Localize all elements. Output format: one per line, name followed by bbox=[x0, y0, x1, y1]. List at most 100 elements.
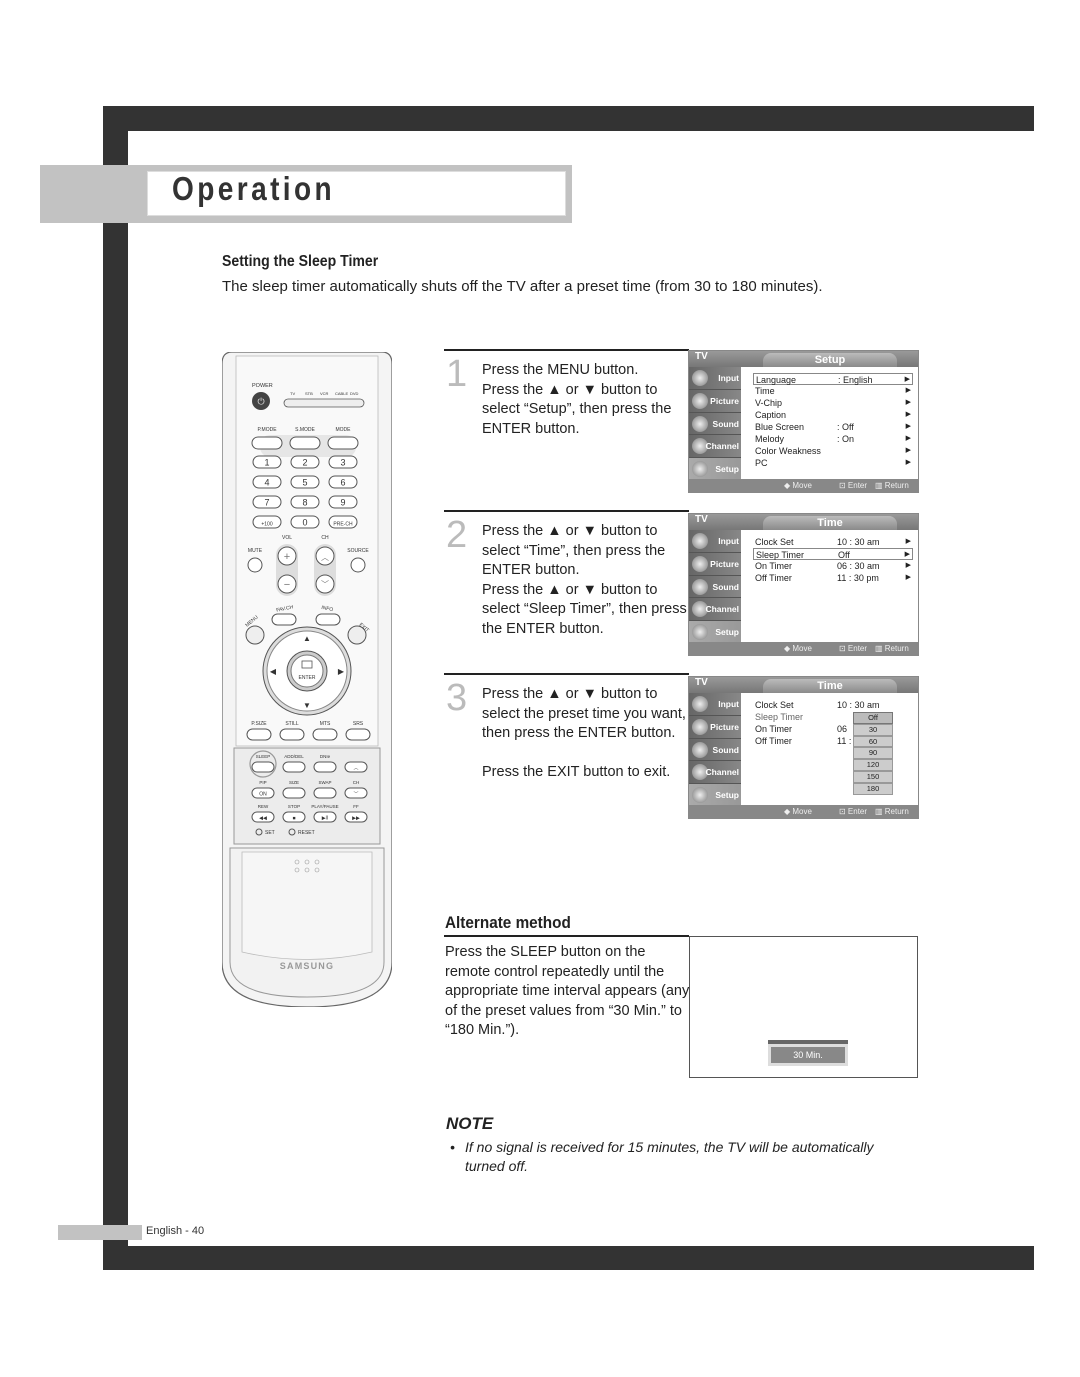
osd-item-label: V-Chip bbox=[755, 398, 783, 408]
fav-ch-button[interactable] bbox=[271, 613, 297, 626]
source-button[interactable] bbox=[350, 557, 366, 573]
digit-label: 2 bbox=[302, 458, 307, 468]
svg-text:﹀: ﹀ bbox=[353, 792, 358, 798]
step-line: Press the ▲ or ▼ button to select “Setup… bbox=[482, 381, 672, 437]
info-button[interactable] bbox=[315, 613, 341, 626]
enter-button[interactable] bbox=[290, 654, 324, 688]
osd-menu-list: Language: English ▶ Time ▶ V-Chip ▶ Caption ▶ Bl… bbox=[753, 373, 913, 469]
osd-item-label: Blue Screen bbox=[755, 422, 805, 432]
step-number: 1 bbox=[446, 353, 468, 395]
osd-sidebar-item-setup[interactable]: Setup bbox=[689, 784, 741, 807]
osd-menu-item-time[interactable]: Time ▶ bbox=[753, 385, 913, 397]
dropdown-option-150[interactable]: 150 bbox=[853, 770, 893, 783]
add-del-button[interactable] bbox=[282, 761, 306, 773]
digit-label: +100 bbox=[261, 522, 272, 528]
osd-sidebar-item-input[interactable]: Input bbox=[689, 693, 741, 716]
mts-button[interactable] bbox=[312, 728, 338, 741]
still-button[interactable] bbox=[279, 728, 305, 741]
p-size-button[interactable] bbox=[246, 728, 272, 741]
right-arrow-button[interactable]: ▶ bbox=[338, 667, 345, 676]
footer-tab bbox=[58, 1225, 142, 1240]
osd-menu-item-off-timer[interactable]: Off Timer 11 : 30 pm ▶ bbox=[753, 572, 913, 584]
dropdown-option-off[interactable]: Off bbox=[853, 712, 893, 724]
left-arrow-button[interactable]: ◀ bbox=[270, 667, 277, 676]
size-button[interactable] bbox=[282, 787, 306, 799]
osd-menu-item-caption[interactable]: Caption ▶ bbox=[753, 409, 913, 421]
sleep-timer-dropdown[interactable]: Off 30 60 90 120 150 180 bbox=[853, 712, 893, 795]
input-icon bbox=[692, 533, 708, 549]
osd-sidebar-item-input[interactable]: Input bbox=[689, 530, 741, 553]
chevron-right-icon: ▶ bbox=[905, 574, 911, 581]
chevron-right-icon: ▶ bbox=[905, 411, 911, 418]
menu-button[interactable] bbox=[245, 625, 265, 645]
osd-menu-item-language[interactable]: Language: English ▶ bbox=[753, 373, 913, 385]
section-title: Operation bbox=[172, 170, 336, 207]
fn-label: MTS bbox=[320, 721, 331, 727]
digit-label: 7 bbox=[264, 498, 269, 508]
osd-menu-item-color-weakness[interactable]: Color Weakness ▶ bbox=[753, 445, 913, 457]
dnie-button[interactable] bbox=[313, 761, 337, 773]
osd-menu-item-sleep-timer[interactable]: Sleep Timer Off ▶ bbox=[753, 548, 913, 560]
osd-item-label: Language bbox=[756, 375, 797, 385]
svg-text:VOL: VOL bbox=[282, 535, 292, 541]
chevron-right-icon: ▶ bbox=[905, 538, 911, 545]
dropdown-option-60[interactable]: 60 bbox=[853, 735, 893, 748]
osd-sidebar-item-picture[interactable]: Picture bbox=[689, 716, 741, 739]
osd-sidebar-item-input[interactable]: Input bbox=[689, 367, 741, 390]
osd-menu-item-blue-screen[interactable]: Blue Screen: Off ▶ bbox=[753, 421, 913, 433]
osd-hint-move: ◆ Move bbox=[784, 644, 812, 653]
chevron-right-icon: ▶ bbox=[905, 423, 911, 430]
s-mode-button[interactable] bbox=[289, 436, 321, 450]
osd-sidebar-item-channel[interactable]: Channel bbox=[689, 435, 741, 459]
osd-menu-item-melody[interactable]: Melody: On ▶ bbox=[753, 433, 913, 445]
sleep-value: 30 Min. bbox=[771, 1047, 845, 1063]
osd-item-value: : On bbox=[837, 434, 855, 444]
osd-menu-item-v-chip[interactable]: V-Chip ▶ bbox=[753, 397, 913, 409]
sound-icon bbox=[692, 415, 708, 432]
osd-header: TV Time bbox=[689, 514, 918, 530]
bullet: • bbox=[450, 1139, 455, 1155]
fn-label: SRS bbox=[353, 721, 364, 727]
osd-menu-item-on-timer[interactable]: On Timer 06 : 30 am ▶ bbox=[753, 560, 913, 572]
mute-button[interactable] bbox=[247, 557, 263, 573]
osd-sidebar-item-sound[interactable]: Sound bbox=[689, 739, 741, 762]
digit-label: PRE-CH bbox=[333, 522, 353, 528]
swap-button[interactable] bbox=[313, 787, 337, 799]
osd-item-label: Melody bbox=[755, 434, 785, 444]
osd-sidebar-item-picture[interactable]: Picture bbox=[689, 390, 741, 413]
srs-button[interactable] bbox=[345, 728, 371, 741]
osd-sidebar-item-channel[interactable]: Channel bbox=[689, 598, 741, 622]
input-icon bbox=[692, 370, 708, 386]
osd-sidebar-item-sound[interactable]: Sound bbox=[689, 576, 741, 599]
osd-sidebar-item-picture[interactable]: Picture bbox=[689, 553, 741, 576]
alternate-heading: Alternate method bbox=[445, 913, 571, 932]
osd-menu-item-clock-set[interactable]: Clock Set 10 : 30 am ▶ bbox=[753, 536, 913, 548]
osd-sidebar: Input Picture Sound Channel Setup bbox=[689, 693, 741, 807]
osd-menu-item-clock-set[interactable]: Clock Set 10 : 30 am bbox=[753, 699, 913, 711]
dropdown-option-120[interactable]: 120 bbox=[853, 759, 893, 771]
osd-sidebar-label: Setup bbox=[715, 464, 739, 475]
osd-menu-item-pc[interactable]: PC ▶ bbox=[753, 457, 913, 469]
up-arrow-button[interactable]: ▲ bbox=[303, 634, 311, 643]
dropdown-option-180[interactable]: 180 bbox=[853, 782, 893, 795]
sleep-button[interactable] bbox=[251, 761, 275, 773]
button-label: REW bbox=[258, 804, 269, 809]
osd-hint-enter: ⊡ Enter bbox=[839, 481, 868, 490]
osd-sidebar-item-channel[interactable]: Channel bbox=[689, 761, 741, 785]
osd-header: TV Setup bbox=[689, 351, 918, 367]
dropdown-option-90[interactable]: 90 bbox=[853, 747, 893, 760]
osd-footer: ◆ Move ⊡ Enter ▥ Return bbox=[689, 805, 918, 818]
setup-icon bbox=[692, 461, 708, 478]
dropdown-option-30[interactable]: 30 bbox=[853, 723, 893, 736]
mode-button[interactable] bbox=[327, 436, 359, 450]
osd-sidebar-item-sound[interactable]: Sound bbox=[689, 413, 741, 436]
osd-sidebar-item-setup[interactable]: Setup bbox=[689, 458, 741, 481]
p-mode-button[interactable] bbox=[251, 436, 283, 450]
osd-sidebar-item-setup[interactable]: Setup bbox=[689, 621, 741, 644]
page-frame-left bbox=[103, 106, 128, 1270]
step-1: 1 Press the MENU button. Press the ▲ or … bbox=[444, 349, 689, 489]
osd-hint-enter: ⊡ Enter bbox=[839, 644, 868, 653]
chevron-right-icon: ▶ bbox=[905, 447, 911, 454]
osd-sidebar-label: Input bbox=[718, 536, 739, 546]
down-arrow-button[interactable]: ▼ bbox=[303, 701, 311, 710]
